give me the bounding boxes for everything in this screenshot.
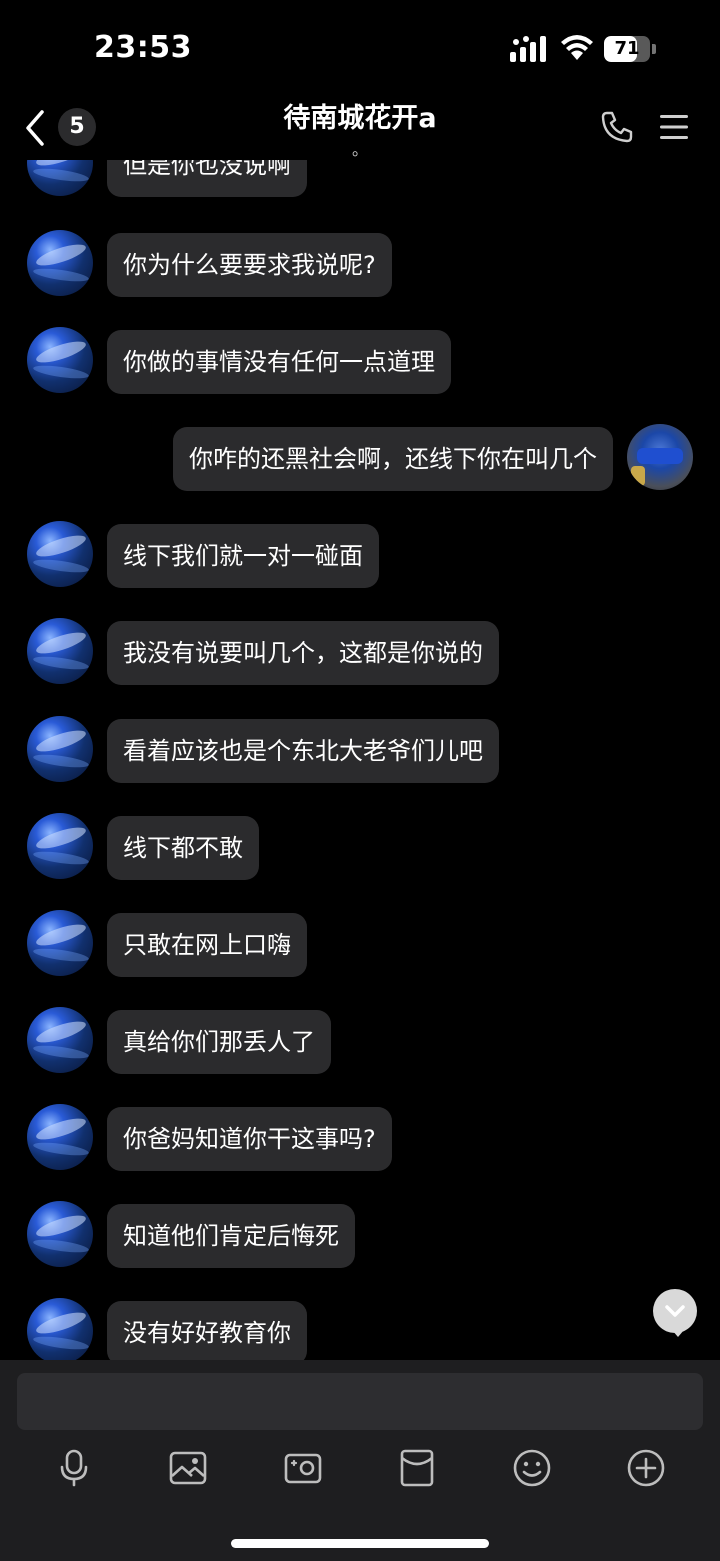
unread-count-badge[interactable]: 5 bbox=[58, 108, 96, 146]
message-bubble[interactable]: 你爸妈知道你干这事吗? bbox=[107, 1107, 392, 1171]
battery-indicator: 71 bbox=[604, 36, 656, 62]
message-row: 真给你们那丢人了 bbox=[0, 1007, 720, 1074]
plus-icon[interactable] bbox=[626, 1448, 666, 1488]
contact-avatar[interactable] bbox=[27, 160, 93, 196]
message-list[interactable]: 但是你也没说啊 你为什么要要求我说呢? 你做的事情没有任何一点道理 你咋的还黑社… bbox=[0, 160, 720, 1360]
status-bar: 23:53 71 bbox=[0, 0, 720, 96]
self-avatar[interactable] bbox=[627, 424, 693, 490]
message-bubble[interactable]: 没有好好教育你 bbox=[107, 1301, 307, 1360]
contact-avatar[interactable] bbox=[27, 618, 93, 684]
message-row: 我没有说要叫几个，这都是你说的 bbox=[0, 618, 720, 685]
message-row: 没有好好教育你 bbox=[0, 1298, 720, 1360]
microphone-icon[interactable] bbox=[54, 1448, 94, 1488]
contact-avatar[interactable] bbox=[27, 1007, 93, 1073]
chevron-down-icon bbox=[665, 1305, 685, 1317]
message-row: 你做的事情没有任何一点道理 bbox=[0, 327, 720, 394]
scroll-to-bottom-button[interactable] bbox=[653, 1289, 697, 1337]
message-bubble[interactable]: 看着应该也是个东北大老爷们儿吧 bbox=[107, 719, 499, 783]
message-bubble[interactable]: 但是你也没说啊 bbox=[107, 160, 307, 197]
chat-subtitle: 。 bbox=[351, 140, 368, 159]
message-bubble[interactable]: 线下我们就一对一碰面 bbox=[107, 524, 379, 588]
contact-avatar[interactable] bbox=[27, 910, 93, 976]
chat-title: 待南城花开a bbox=[283, 103, 437, 134]
status-time: 23:53 bbox=[94, 30, 192, 65]
message-bubble[interactable]: 你做的事情没有任何一点道理 bbox=[107, 330, 451, 394]
home-indicator bbox=[231, 1539, 489, 1548]
menu-icon[interactable] bbox=[660, 114, 688, 140]
contact-avatar[interactable] bbox=[27, 521, 93, 587]
message-bubble[interactable]: 你为什么要要求我说呢? bbox=[107, 233, 392, 297]
wifi-icon bbox=[561, 35, 593, 60]
message-row: 但是你也没说啊 bbox=[0, 160, 720, 197]
camera-icon[interactable] bbox=[283, 1448, 323, 1488]
message-bubble[interactable]: 我没有说要叫几个，这都是你说的 bbox=[107, 621, 499, 685]
cellular-signal-icon bbox=[510, 36, 546, 62]
back-chevron-icon[interactable] bbox=[22, 108, 48, 148]
message-bubble[interactable]: 真给你们那丢人了 bbox=[107, 1010, 331, 1074]
image-icon[interactable] bbox=[168, 1448, 208, 1488]
contact-avatar[interactable] bbox=[27, 1201, 93, 1267]
message-bubble[interactable]: 只敢在网上口嗨 bbox=[107, 913, 307, 977]
phone-icon[interactable] bbox=[600, 110, 634, 144]
contact-avatar[interactable] bbox=[27, 230, 93, 296]
chat-header: 5 待南城花开a 。 bbox=[0, 96, 720, 160]
message-row: 线下我们就一对一碰面 bbox=[0, 521, 720, 588]
message-bubble[interactable]: 线下都不敢 bbox=[107, 816, 259, 880]
message-row: 只敢在网上口嗨 bbox=[0, 910, 720, 977]
message-row: 线下都不敢 bbox=[0, 813, 720, 880]
message-row-self: 你咋的还黑社会啊，还线下你在叫几个 bbox=[0, 424, 720, 491]
contact-avatar[interactable] bbox=[27, 716, 93, 782]
chat-screen: 23:53 71 5 待南城花开a 。 但是你也没说啊 你为什么要要求我说呢? … bbox=[0, 0, 720, 1561]
message-row: 知道他们肯定后悔死 bbox=[0, 1201, 720, 1268]
contact-avatar[interactable] bbox=[27, 1298, 93, 1360]
message-row: 你为什么要要求我说呢? bbox=[0, 230, 720, 297]
emoji-icon[interactable] bbox=[512, 1448, 552, 1488]
message-input[interactable] bbox=[17, 1373, 703, 1430]
composer-bar bbox=[0, 1360, 720, 1561]
message-bubble[interactable]: 知道他们肯定后悔死 bbox=[107, 1204, 355, 1268]
red-packet-icon[interactable] bbox=[397, 1448, 437, 1488]
battery-percentage: 71 bbox=[614, 38, 640, 59]
contact-avatar[interactable] bbox=[27, 327, 93, 393]
message-row: 看着应该也是个东北大老爷们儿吧 bbox=[0, 716, 720, 783]
contact-avatar[interactable] bbox=[27, 1104, 93, 1170]
message-bubble-self[interactable]: 你咋的还黑社会啊，还线下你在叫几个 bbox=[173, 427, 613, 491]
message-row: 你爸妈知道你干这事吗? bbox=[0, 1104, 720, 1171]
contact-avatar[interactable] bbox=[27, 813, 93, 879]
